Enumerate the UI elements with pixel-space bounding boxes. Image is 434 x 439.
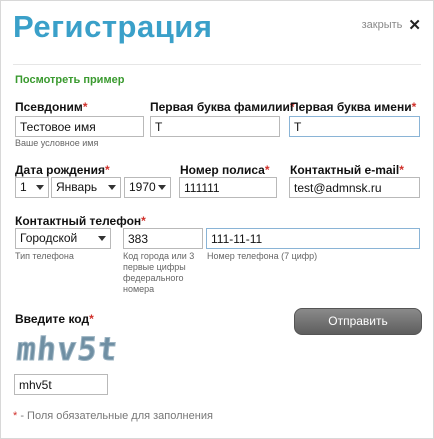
- required-mark: *: [399, 163, 404, 177]
- phone-type-select[interactable]: Городской: [15, 228, 111, 249]
- chevron-down-icon: [98, 236, 106, 241]
- captcha-text: mhv5t: [15, 330, 120, 368]
- captcha-label: Введите код*: [15, 312, 94, 326]
- close-icon[interactable]: ✕: [408, 16, 421, 34]
- required-mark: *: [141, 214, 146, 228]
- policy-number-input[interactable]: [179, 177, 277, 198]
- view-example-link[interactable]: Посмотреть пример: [15, 74, 124, 86]
- header-divider: [13, 64, 421, 65]
- phone-type-value: Городской: [20, 231, 78, 245]
- captcha-input[interactable]: [14, 374, 108, 395]
- alias-hint: Ваше условное имя: [15, 138, 99, 148]
- first-initial-label: Первая буква имени*: [290, 100, 417, 114]
- phone-type-hint: Тип телефона: [15, 251, 74, 261]
- last-initial-input[interactable]: [150, 116, 280, 137]
- phone-code-hint: Код города или 3 первые цифры федерально…: [123, 251, 195, 294]
- last-initial-label: Первая буква фамилии*: [150, 100, 295, 114]
- birth-year-select[interactable]: 1970: [124, 177, 171, 198]
- phone-label: Контактный телефон*: [15, 214, 146, 228]
- required-mark: *: [82, 100, 88, 114]
- birth-month-value: Январь: [56, 180, 98, 194]
- phone-number-hint: Номер телефона (7 цифр): [207, 251, 318, 261]
- close-button[interactable]: закрыть ✕: [362, 16, 421, 34]
- birth-year-value: 1970: [129, 180, 156, 194]
- dialog-title: Регистрация: [13, 9, 213, 44]
- alias-label: Псевдоним*: [15, 100, 88, 114]
- chevron-down-icon: [108, 185, 116, 190]
- birth-date-label: Дата рождения*: [15, 163, 110, 177]
- captcha-image: mhv5t: [15, 330, 121, 369]
- required-note: * - Поля обязательные для заполнения: [13, 410, 213, 422]
- chevron-down-icon: [36, 185, 44, 190]
- required-mark: *: [411, 100, 417, 114]
- required-mark: *: [89, 312, 94, 326]
- required-mark: *: [264, 163, 270, 177]
- phone-number-input[interactable]: [206, 228, 420, 249]
- email-label: Контактный e-mail*: [290, 163, 404, 177]
- first-initial-input[interactable]: [289, 116, 420, 137]
- close-label: закрыть: [361, 19, 403, 31]
- email-input[interactable]: [289, 177, 420, 198]
- policy-number-label: Номер полиса*: [180, 163, 270, 177]
- chevron-down-icon: [158, 185, 166, 190]
- phone-code-input[interactable]: [123, 228, 203, 249]
- registration-dialog: Регистрация закрыть ✕ Посмотреть пример …: [0, 0, 434, 439]
- alias-input[interactable]: [15, 116, 144, 137]
- submit-button[interactable]: Отправить: [294, 308, 422, 335]
- required-mark: *: [105, 163, 110, 177]
- birth-month-select[interactable]: Январь: [51, 177, 121, 198]
- birth-day-select[interactable]: 1: [15, 177, 49, 198]
- birth-day-value: 1: [20, 180, 27, 194]
